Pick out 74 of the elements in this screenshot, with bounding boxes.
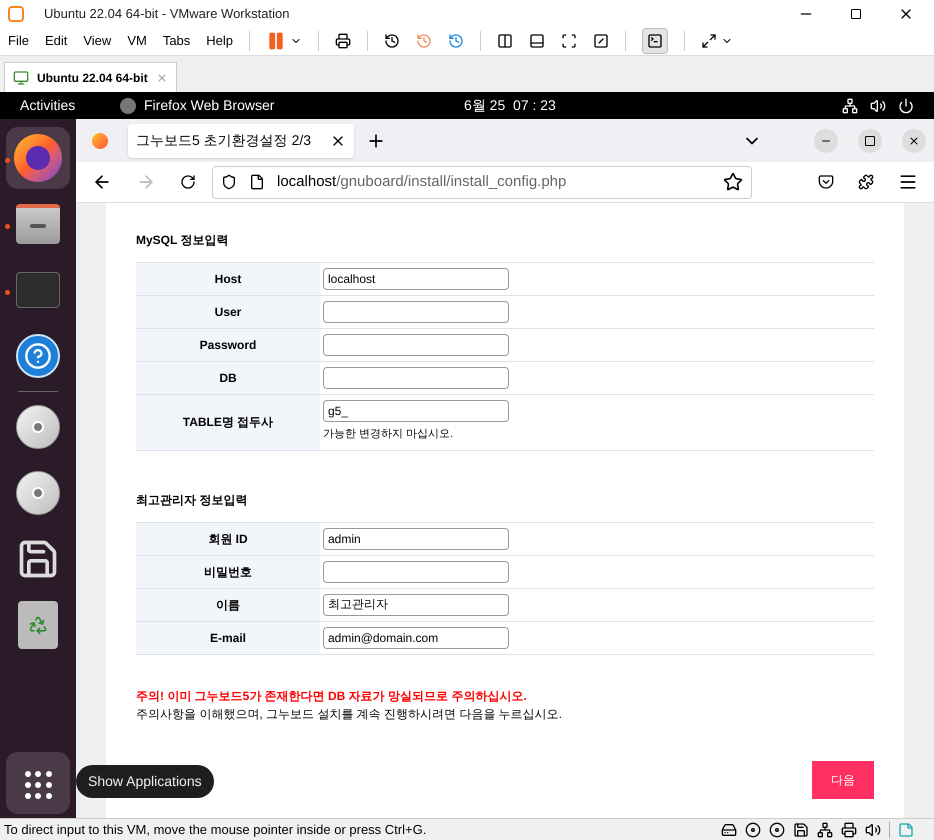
status-text: To direct input to this VM, move the mouse pointer inside or press Ctrl+G. xyxy=(4,820,428,839)
help-icon[interactable] xyxy=(16,334,60,378)
menu-item[interactable]: Tabs xyxy=(162,31,190,51)
vm-tab[interactable]: Ubuntu 22.04 64-bit xyxy=(4,62,177,92)
field-label: E-mail xyxy=(136,622,320,654)
vm-icon xyxy=(13,70,29,86)
dock-item[interactable] xyxy=(6,127,70,189)
menu-item[interactable]: View xyxy=(83,31,112,51)
notice-text: 주의사항을 이해했으며, 그누보드 설치를 계속 진행하시려면 다음을 누르십시오. xyxy=(136,706,564,722)
field-label: Password xyxy=(136,329,320,361)
field-label: 이름 xyxy=(136,588,320,620)
floppy-icon[interactable] xyxy=(793,822,809,838)
field-label: TABLE명 접두사 xyxy=(136,395,320,450)
text-field[interactable]: localhost xyxy=(323,268,509,290)
power-icon[interactable] xyxy=(898,98,914,114)
app-menu[interactable]: Firefox Web Browser xyxy=(144,95,464,116)
restore-button[interactable] xyxy=(858,128,882,152)
folder-icon[interactable] xyxy=(16,204,60,244)
url-field[interactable]: localhost/gnuboard/install/install_config.php xyxy=(212,166,752,198)
menu-item[interactable]: File xyxy=(8,31,29,51)
sound-icon[interactable] xyxy=(865,822,881,838)
menu-item[interactable]: Edit xyxy=(44,31,68,51)
field-label: DB xyxy=(136,362,320,394)
page-icon[interactable] xyxy=(249,174,265,190)
browser-tab[interactable]: 그누보드5 초기환경설정 2/3 xyxy=(128,124,354,158)
field-label: 회원 ID xyxy=(136,522,320,554)
terminal-icon[interactable] xyxy=(16,272,60,308)
section-title: MySQL 정보입력 xyxy=(136,232,230,249)
stretch-icon[interactable] xyxy=(701,33,718,49)
field-label: Host xyxy=(136,263,320,295)
snapshot-manager-icon[interactable] xyxy=(448,33,464,49)
menu-item[interactable]: VM xyxy=(127,31,147,51)
close-button[interactable] xyxy=(902,128,926,152)
warning-text: 주의! 이미 그누보드5가 존재한다면 DB 자료가 망실되므로 주의하십시오. xyxy=(136,688,528,704)
window-title: Ubuntu 22.04 64-bit - VMware Workstation xyxy=(43,4,290,23)
snapshot-icon[interactable] xyxy=(384,33,400,49)
pocket-icon[interactable] xyxy=(818,174,834,190)
disc-icon[interactable] xyxy=(745,822,761,838)
restore-icon xyxy=(864,134,876,146)
text-field[interactable] xyxy=(323,367,509,389)
text-field[interactable] xyxy=(323,560,509,582)
menu-item[interactable]: Help xyxy=(206,31,234,51)
text-field[interactable] xyxy=(323,334,509,356)
field-label: 비밀번호 xyxy=(136,556,320,588)
network-icon[interactable] xyxy=(817,822,833,838)
close-icon xyxy=(908,134,920,146)
field-hint: 가능한 변경하지 마십시오. xyxy=(323,427,454,442)
full-screen-icon[interactable] xyxy=(561,33,578,49)
show-applications-tooltip: Show Applications xyxy=(76,765,214,798)
maximize-icon[interactable] xyxy=(850,8,862,20)
library-icon[interactable] xyxy=(497,33,514,49)
section-title: 최고관리자 정보입력 xyxy=(136,492,248,508)
printer-icon[interactable] xyxy=(841,822,857,838)
console-button[interactable] xyxy=(642,28,668,54)
network-icon[interactable] xyxy=(842,98,858,114)
text-field[interactable]: admin@domain.com xyxy=(323,626,509,648)
text-field[interactable]: admin xyxy=(323,528,509,550)
volume-icon[interactable] xyxy=(870,98,886,114)
activities-button[interactable]: Activities xyxy=(20,95,120,116)
field-label: User xyxy=(136,296,320,328)
vmware-logo-icon xyxy=(8,6,24,22)
shield-icon[interactable] xyxy=(221,174,237,190)
console-icon xyxy=(647,33,664,49)
text-field[interactable] xyxy=(323,301,509,323)
clock[interactable]: 6월 25 07 : 23 xyxy=(464,95,842,116)
text-field[interactable]: g5_ xyxy=(323,400,509,422)
bookmark-star-icon[interactable] xyxy=(723,172,743,192)
show-applications-button[interactable] xyxy=(6,752,70,814)
disc-icon[interactable] xyxy=(769,822,785,838)
reload-icon[interactable] xyxy=(180,174,196,190)
extensions-icon[interactable] xyxy=(858,174,874,190)
thumbnail-icon[interactable] xyxy=(529,33,546,49)
text-field[interactable]: 최고관리자 xyxy=(323,594,509,616)
next-button[interactable]: 다음 xyxy=(812,760,874,798)
